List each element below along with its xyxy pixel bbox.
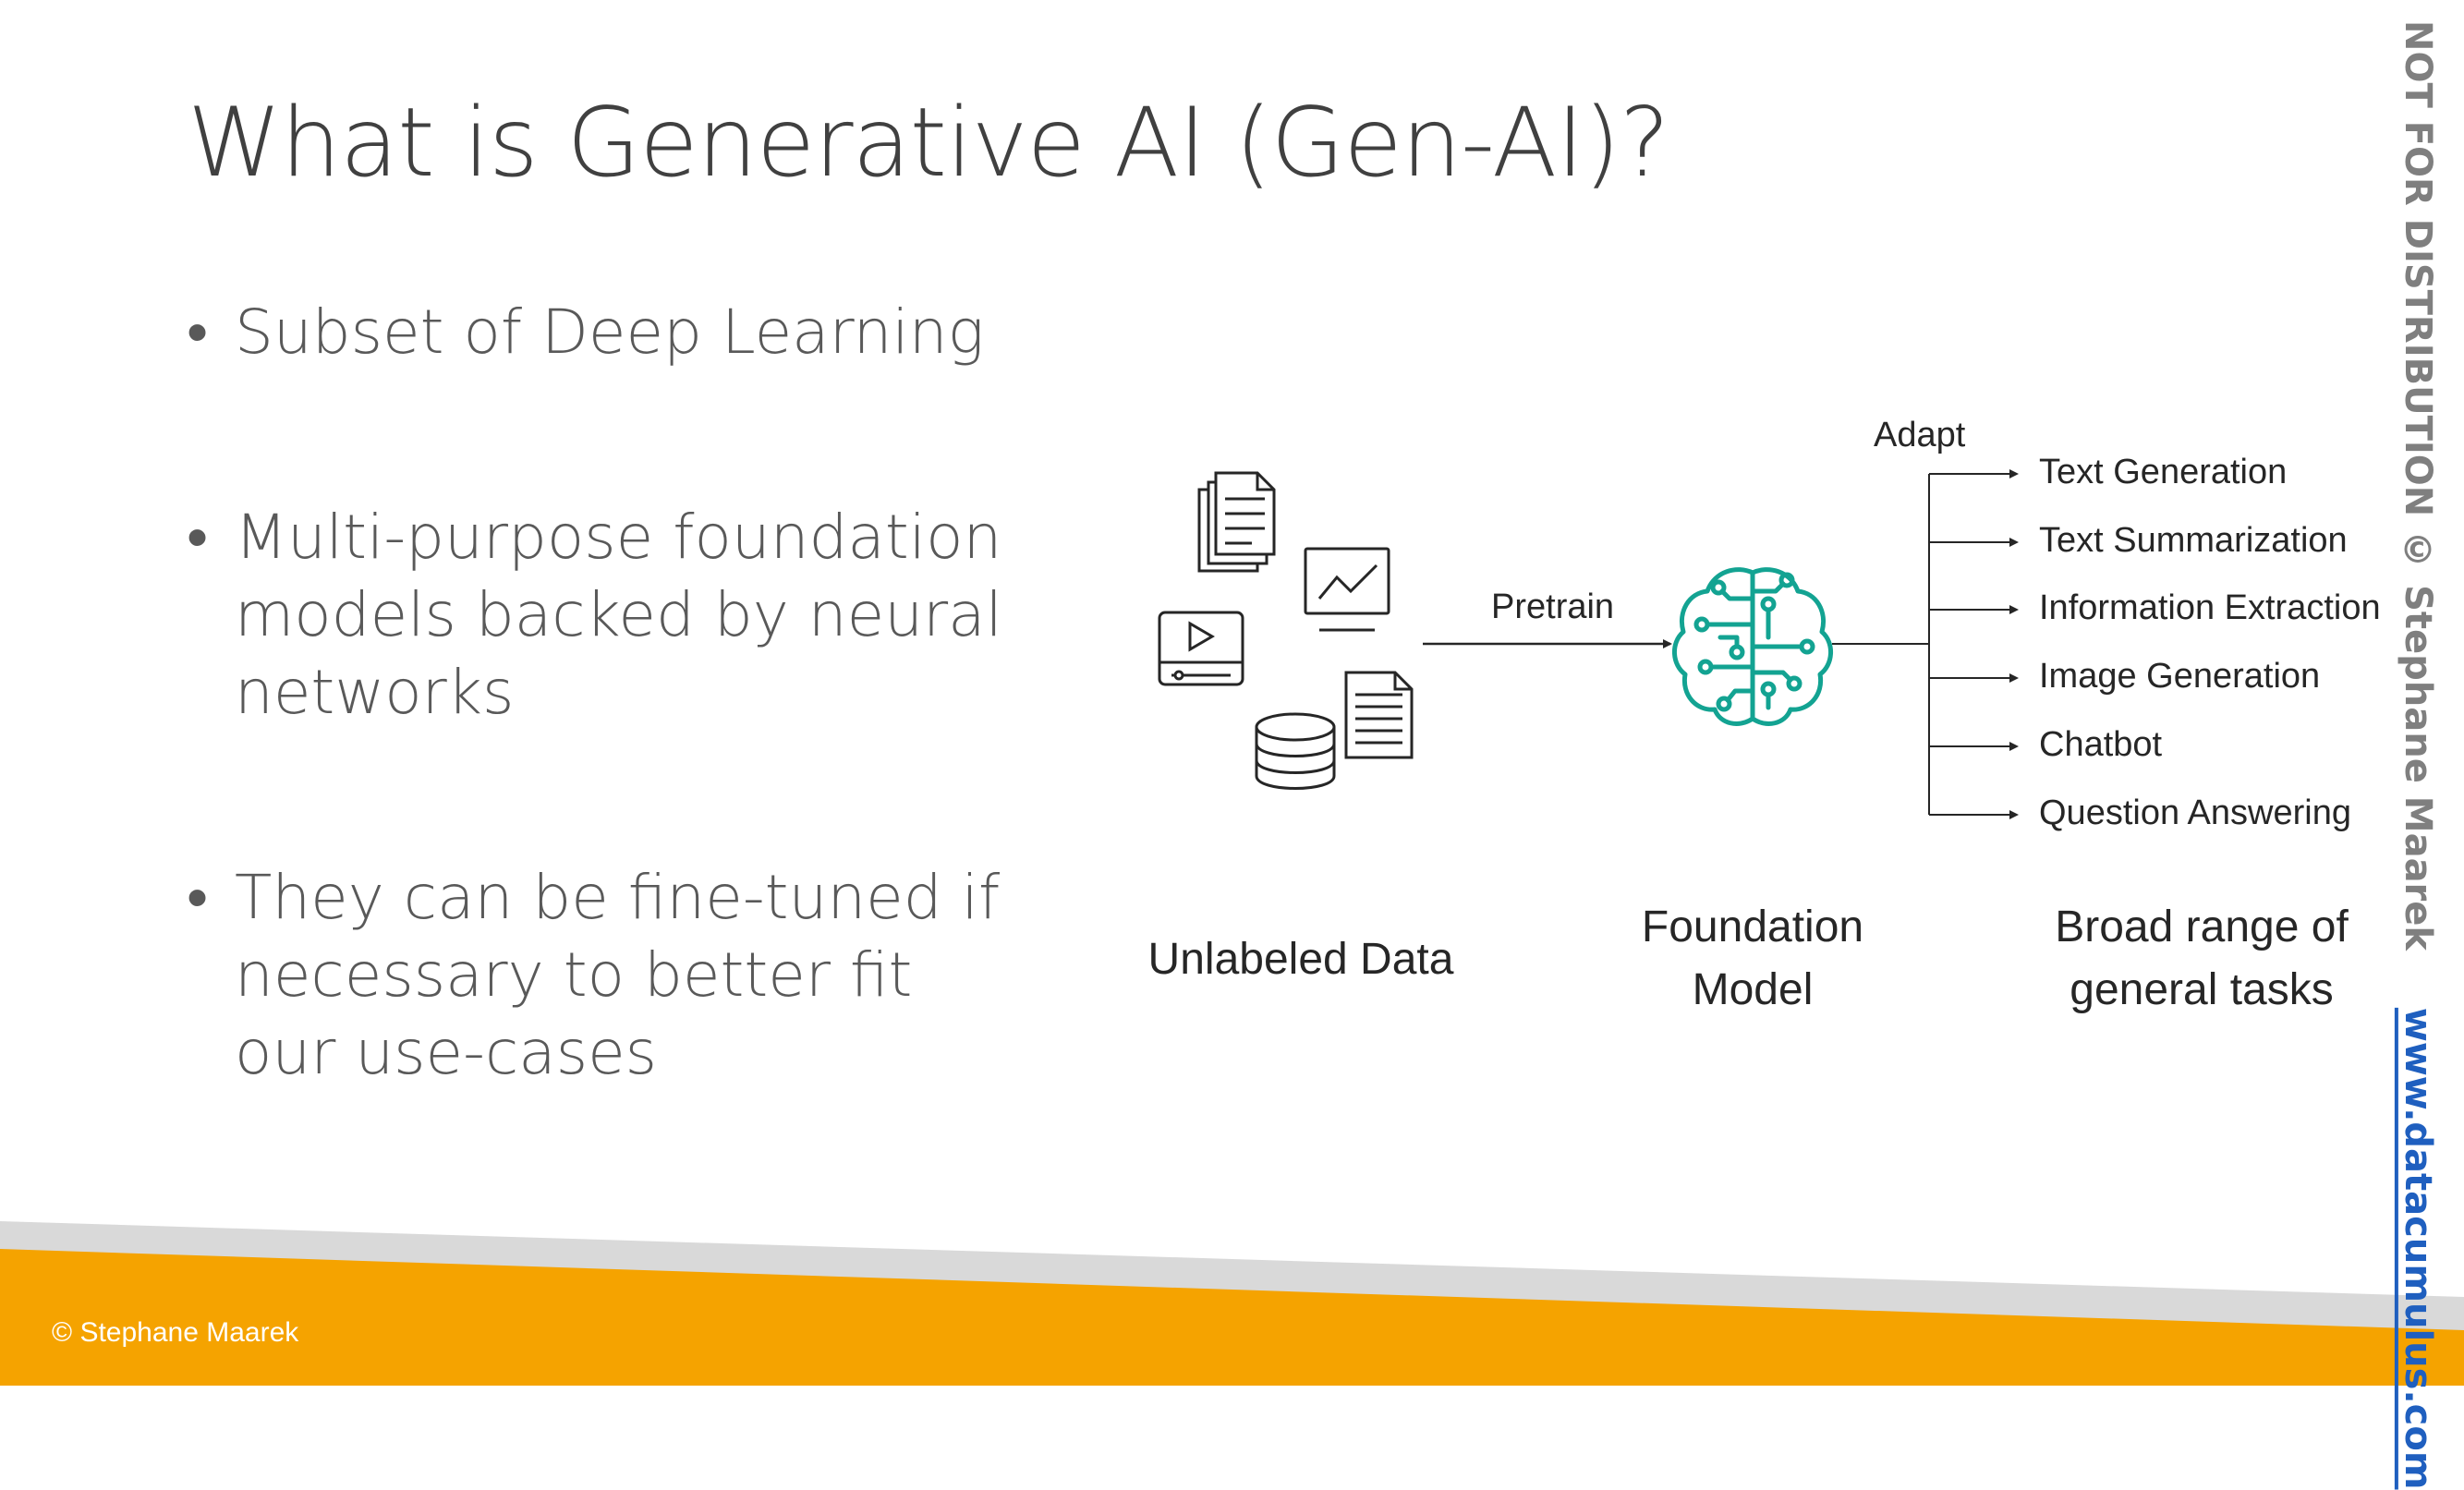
bullet-item: • Multi-purpose foundation models backed…: [187, 499, 1018, 732]
caption-unlabeled-data: Unlabeled Data: [1147, 935, 1454, 984]
bullet-marker: •: [187, 862, 209, 933]
caption-foundation-model: Foundation Model: [1596, 896, 1910, 1022]
chart-monitor-icon: [1304, 547, 1390, 632]
task-label: Information Extraction: [2039, 588, 2381, 627]
database-icon: [1255, 712, 1336, 790]
bullet-list: • Subset of Deep Learning • Multi-purpos…: [187, 294, 1018, 1092]
caption-line: Model: [1692, 965, 1814, 1014]
bullet-marker: •: [187, 502, 209, 573]
adapt-connector: [1832, 469, 2019, 819]
task-label: Text Generation: [2039, 453, 2288, 491]
watermark-site-link[interactable]: www.datacumulus.com: [2397, 1008, 2439, 1490]
task-label: Chatbot: [2039, 725, 2163, 764]
bullet-text: They can be fine-tuned if necessary to b…: [235, 862, 1001, 1088]
watermark: NOT FOR DISTRIBUTION © Stephane Maarek w…: [2397, 20, 2439, 1490]
watermark-text: NOT FOR DISTRIBUTION © Stephane Maarek: [2397, 20, 2439, 951]
video-player-icon: [1158, 611, 1244, 686]
bullet-text: Subset of Deep Learning: [235, 297, 985, 368]
caption-line: general tasks: [2070, 965, 2334, 1014]
caption-line: Broad range of: [2055, 902, 2349, 951]
task-label: Text Summarization: [2039, 521, 2348, 560]
bullet-text: Multi-purpose foundation models backed b…: [235, 502, 1002, 728]
adapt-label: Adapt: [1874, 416, 1966, 454]
pretrain-label: Pretrain: [1491, 588, 1615, 626]
bullet-item: • Subset of Deep Learning: [187, 294, 1018, 371]
slide-title: What is Generative AI (Gen-AI)?: [188, 88, 1670, 199]
task-label: Image Generation: [2039, 657, 2321, 696]
caption-general-tasks: Broad range of general tasks: [2026, 896, 2377, 1022]
brain-circuit-icon: [1672, 567, 1833, 726]
task-label: Question Answering: [2039, 793, 2351, 832]
document-icon: [1344, 671, 1414, 759]
bullet-marker: •: [187, 297, 209, 368]
documents-icon: [1197, 471, 1276, 573]
caption-line: Foundation: [1641, 902, 1864, 951]
footer-copyright: © Stephane Maarek: [52, 1317, 299, 1348]
bullet-item: • They can be fine-tuned if necessary to…: [187, 859, 1018, 1092]
